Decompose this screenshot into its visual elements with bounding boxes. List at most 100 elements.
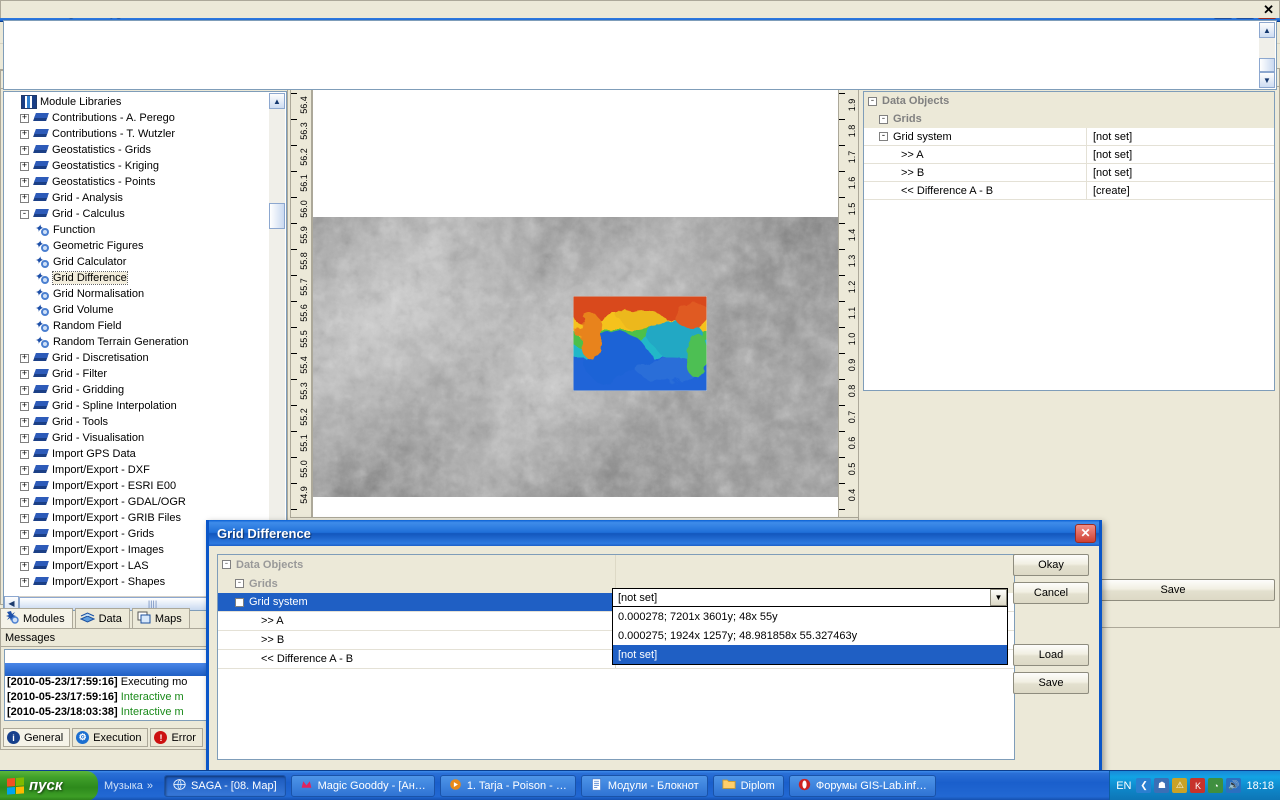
tree-item-library[interactable]: +Contributions - A. Perego [4, 110, 270, 126]
parameter-row[interactable]: >> A[not set] [864, 146, 1274, 164]
tree-expander[interactable]: + [20, 178, 29, 187]
tree-expander[interactable]: + [20, 114, 29, 123]
language-indicator[interactable]: EN [1116, 780, 1131, 792]
tab-execution[interactable]: ⚙ Execution [72, 728, 148, 747]
tree-expander[interactable]: + [20, 546, 29, 555]
tree-expander[interactable]: + [20, 146, 29, 155]
taskbar-button[interactable]: SAGA - [08. Map] [164, 775, 286, 797]
tree-item-module[interactable]: ✦Random Terrain Generation [4, 334, 270, 350]
tree-item-module[interactable]: ✦Grid Normalisation [4, 286, 270, 302]
parameter-value[interactable]: [not set] [1086, 128, 1274, 145]
tree-root-module-libraries[interactable]: Module Libraries [4, 94, 270, 110]
combo-option[interactable]: 0.000275; 1924x 1257y; 48.981858x 55.327… [613, 626, 1007, 645]
parameter-value[interactable]: [not set] [1086, 146, 1274, 163]
parameter-row[interactable]: >> B[not set] [864, 164, 1274, 182]
tree-item-library[interactable]: +Grid - Discretisation [4, 350, 270, 366]
parameter-group-row[interactable]: -Grids [864, 110, 1274, 128]
secondary-messages-list[interactable]: ▲ ▼ [3, 20, 1277, 90]
tree-expander[interactable]: + [20, 194, 29, 203]
parameter-value[interactable]: [not set] [1086, 164, 1274, 181]
tree-item-module[interactable]: ✦Geometric Figures [4, 238, 270, 254]
scroll-up-icon[interactable]: ▲ [269, 93, 285, 109]
dialog-close-button[interactable]: ✕ [1075, 524, 1096, 543]
tree-item-library[interactable]: +Contributions - T. Wutzler [4, 126, 270, 142]
parameter-value[interactable]: [create] [1086, 182, 1274, 199]
parameter-expander[interactable]: - [879, 132, 888, 141]
dialog-parameter-expander[interactable]: - [235, 579, 244, 588]
parameter-row[interactable]: -Grid system[not set] [864, 128, 1274, 146]
warning-tray-icon[interactable]: ⚠ [1172, 778, 1187, 793]
tree-item-module[interactable]: ✦Grid Calculator [4, 254, 270, 270]
tree-expander[interactable]: + [20, 434, 29, 443]
tree-item-library[interactable]: +Geostatistics - Kriging [4, 158, 270, 174]
tab-data[interactable]: Data [75, 608, 130, 628]
update-tray-icon[interactable]: ◔ [1208, 778, 1223, 793]
okay-button[interactable]: Okay [1013, 554, 1089, 576]
secondary-scroll-down-icon[interactable]: ▼ [1259, 72, 1275, 88]
parameter-expander[interactable]: - [879, 115, 888, 124]
combo-option[interactable]: 0.000278; 7201x 3601y; 48x 55y [613, 607, 1007, 626]
tree-item-library[interactable]: +Grid - Analysis [4, 190, 270, 206]
grid-system-combo-list[interactable]: 0.000278; 7201x 3601y; 48x 55y0.000275; … [612, 607, 1008, 665]
volume-tray-icon[interactable]: 🔊 [1226, 778, 1241, 793]
tree-expander[interactable]: + [20, 162, 29, 171]
start-button[interactable]: пуск [0, 771, 98, 800]
cancel-button[interactable]: Cancel [1013, 582, 1089, 604]
tree-item-library[interactable]: +Grid - Tools [4, 414, 270, 430]
quick-launch[interactable]: Музыка » [98, 780, 159, 792]
dialog-load-button[interactable]: Load [1013, 644, 1089, 666]
map-canvas[interactable] [312, 86, 860, 518]
chevron-down-icon[interactable]: ▼ [990, 589, 1007, 606]
tree-item-library[interactable]: +Geostatistics - Grids [4, 142, 270, 158]
tab-general[interactable]: i General [3, 728, 70, 747]
parameter-expander[interactable]: - [868, 97, 877, 106]
tab-maps[interactable]: Maps [132, 608, 190, 628]
tree-item-module-selected[interactable]: ✦Grid Difference [4, 270, 270, 286]
opera-tray-icon[interactable]: ❮ [1136, 778, 1151, 793]
tree-expander[interactable]: + [20, 562, 29, 571]
dialog-parameter-expander[interactable]: - [235, 598, 244, 607]
tree-item-module[interactable]: ✦Grid Volume [4, 302, 270, 318]
tree-expander[interactable]: + [20, 498, 29, 507]
tree-item-library[interactable]: +Import/Export - ESRI E00 [4, 478, 270, 494]
tree-expander[interactable]: + [20, 450, 29, 459]
chevron-right-icon[interactable]: » [147, 780, 153, 792]
tree-expander[interactable]: + [20, 514, 29, 523]
taskbar-button[interactable]: Форумы GIS-Lab.inf… [789, 775, 936, 797]
tree-item-library[interactable]: +Grid - Visualisation [4, 430, 270, 446]
taskbar-button[interactable]: Magic Gooddy - [Ан… [291, 775, 435, 797]
dialog-parameter-value[interactable] [615, 555, 1015, 574]
secondary-messages-close-icon[interactable]: ✕ [1263, 2, 1279, 18]
grid-system-combo[interactable]: [not set] ▼ [612, 588, 1008, 607]
secondary-messages-scrollbar[interactable]: ▲ ▼ [1259, 22, 1275, 88]
combo-option[interactable]: [not set] [613, 645, 1007, 664]
tree-expander[interactable]: + [20, 578, 29, 587]
tree-item-library[interactable]: +Import/Export - GDAL/OGR [4, 494, 270, 510]
dialog-save-button[interactable]: Save [1013, 672, 1089, 694]
tab-modules[interactable]: Modules [0, 608, 73, 628]
tab-error[interactable]: ! Error [150, 728, 202, 747]
tree-item-module[interactable]: ✦Function [4, 222, 270, 238]
parameter-grid[interactable]: -Data Objects-Grids-Grid system[not set]… [863, 91, 1275, 391]
parameter-group-row[interactable]: -Data Objects [864, 92, 1274, 110]
tree-expander[interactable]: + [20, 370, 29, 379]
tree-expander[interactable]: + [20, 482, 29, 491]
tree-expander[interactable]: + [20, 386, 29, 395]
network-tray-icon[interactable]: ☗ [1154, 778, 1169, 793]
scroll-thumb[interactable] [269, 203, 285, 229]
clock[interactable]: 18:18 [1246, 780, 1274, 792]
tree-expander[interactable]: + [20, 130, 29, 139]
tree-item-library[interactable]: +Grid - Gridding [4, 382, 270, 398]
tree-item-library[interactable]: +Import GPS Data [4, 446, 270, 462]
tree-item-library[interactable]: +Grid - Spline Interpolation [4, 398, 270, 414]
tree-item-library[interactable]: +Grid - Filter [4, 366, 270, 382]
dialog-group-row[interactable]: -Data Objects [218, 555, 1014, 574]
tree-expander[interactable]: + [20, 530, 29, 539]
taskbar-button[interactable]: 1. Tarja - Poison - … [440, 775, 576, 797]
secondary-scroll-thumb[interactable] [1259, 58, 1275, 72]
taskbar-button[interactable]: Модули - Блокнот [581, 775, 708, 797]
tree-item-library[interactable]: +Import/Export - DXF [4, 462, 270, 478]
tree-item-library[interactable]: +Geostatistics - Points [4, 174, 270, 190]
tree-expander[interactable]: + [20, 418, 29, 427]
tree-expander[interactable]: - [20, 210, 29, 219]
